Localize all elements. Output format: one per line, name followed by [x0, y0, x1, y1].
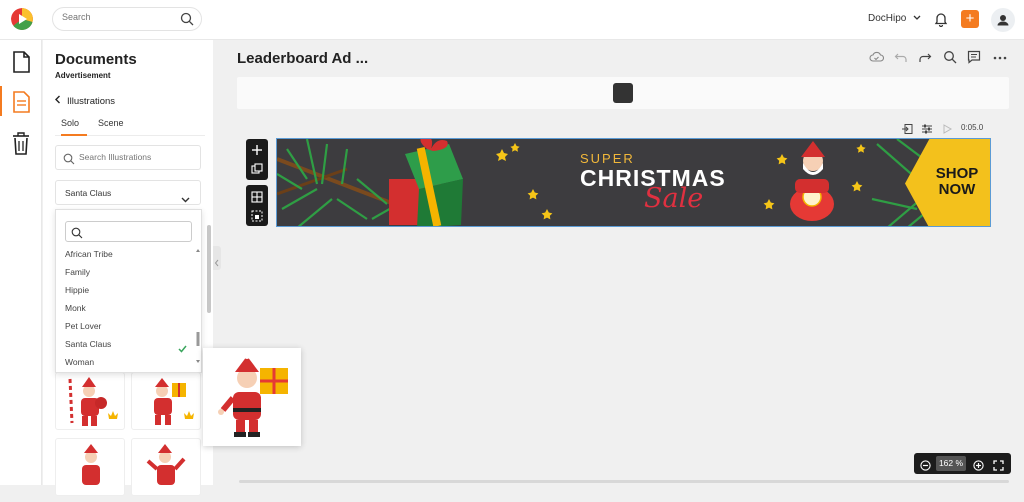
dropdown-option[interactable]: African Tribe	[65, 249, 113, 259]
fullscreen-icon[interactable]	[993, 458, 1004, 476]
search-icon	[63, 152, 75, 170]
adjust-icon[interactable]	[921, 122, 933, 134]
more-options-icon[interactable]	[993, 50, 1007, 66]
dropdown-option[interactable]: Monk	[65, 303, 86, 313]
illustration-search[interactable]	[55, 145, 201, 170]
category-dropdown: African Tribe Family Hippie Monk Pet Lov…	[55, 209, 202, 373]
zoom-level[interactable]: 162 %	[936, 456, 966, 471]
search-icon[interactable]	[943, 50, 957, 66]
tab-solo-label: Solo	[61, 118, 80, 128]
page-thumbnail-strip	[237, 77, 1009, 109]
illustration-thumb[interactable]	[131, 438, 201, 496]
trash-icon[interactable]	[0, 126, 42, 162]
zoom-out-icon[interactable]	[920, 458, 931, 476]
left-rail	[0, 40, 42, 485]
leaderboard-banner[interactable]: SUPER CHRISTMAS Sale SHOP NOW	[276, 138, 991, 227]
check-icon	[178, 340, 187, 358]
dropdown-search[interactable]	[65, 221, 192, 242]
redo-icon[interactable]	[918, 50, 932, 66]
dropdown-option[interactable]: Pet Lover	[65, 321, 101, 331]
illustration-thumb[interactable]	[55, 372, 125, 430]
create-button[interactable]: +	[961, 10, 979, 28]
illustration-thumb[interactable]	[131, 372, 201, 430]
panel-scrollbar[interactable]	[207, 225, 211, 313]
collapse-panel-toggle[interactable]	[213, 246, 221, 270]
illustration-thumb[interactable]	[55, 438, 125, 496]
shop-now-text[interactable]: SHOP NOW	[927, 166, 987, 198]
layout-toolbar	[246, 185, 268, 226]
dropdown-option[interactable]: Woman	[65, 357, 94, 367]
tab-scene[interactable]: Scene	[98, 118, 124, 128]
back-to-illustrations[interactable]: Illustrations	[54, 95, 115, 107]
element-toolbar	[246, 139, 268, 180]
chevron-left-icon	[214, 254, 220, 272]
exit-icon[interactable]	[901, 122, 913, 134]
chevron-left-icon	[54, 95, 67, 107]
app-logo[interactable]	[11, 8, 33, 30]
tab-scene-label: Scene	[98, 118, 124, 128]
global-search[interactable]	[52, 7, 202, 31]
document-icon[interactable]	[0, 44, 42, 80]
document-title[interactable]: Leaderboard Ad ...	[237, 50, 368, 67]
account-switcher[interactable]: DocHipo	[868, 13, 921, 24]
banner-sale-text[interactable]: Sale	[644, 183, 703, 214]
tab-solo[interactable]: Solo	[61, 118, 87, 136]
search-icon	[71, 226, 83, 244]
crown-icon	[184, 406, 194, 424]
panel-title: Documents	[55, 51, 137, 68]
dropdown-option-selected[interactable]: Santa Claus	[65, 339, 111, 349]
panel-tabs: Solo Scene	[55, 118, 205, 136]
search-icon[interactable]	[180, 12, 194, 31]
back-label: Illustrations	[67, 96, 116, 107]
cloud-save-icon[interactable]	[869, 50, 884, 66]
panel-subtitle: Advertisement	[55, 71, 111, 80]
select-area-icon[interactable]	[251, 209, 263, 227]
duration-label: 0:05.0	[961, 123, 984, 132]
dropdown-option[interactable]: Hippie	[65, 285, 89, 295]
comment-icon[interactable]	[967, 50, 981, 66]
add-icon[interactable]	[251, 143, 263, 161]
undo-icon[interactable]	[894, 50, 908, 66]
global-search-input[interactable]	[62, 12, 172, 22]
zoom-in-icon[interactable]	[973, 458, 984, 476]
dropdown-scrollbar[interactable]	[196, 246, 200, 366]
canvas-horizontal-scrollbar[interactable]	[239, 480, 1009, 483]
illustration-preview	[203, 348, 301, 446]
document-details-icon[interactable]	[0, 83, 42, 119]
duplicate-icon[interactable]	[251, 162, 263, 180]
account-name: DocHipo	[868, 13, 907, 24]
chevron-down-icon	[909, 13, 921, 24]
zoom-controls: 162 %	[914, 453, 1011, 474]
page-thumbnail[interactable]	[613, 83, 633, 103]
grid-icon[interactable]	[251, 190, 263, 208]
crown-icon	[108, 406, 118, 424]
category-value: Santa Claus	[65, 188, 112, 198]
chevron-down-icon	[181, 190, 190, 208]
dropdown-option[interactable]: Family	[65, 267, 90, 277]
top-bar: DocHipo +	[0, 0, 1024, 40]
banner-super-text[interactable]: SUPER	[580, 151, 635, 166]
bell-icon[interactable]	[934, 11, 948, 32]
user-avatar[interactable]	[991, 8, 1015, 32]
play-icon[interactable]	[941, 122, 953, 134]
category-select[interactable]: Santa Claus	[55, 180, 201, 205]
illustration-search-input[interactable]	[79, 152, 194, 162]
